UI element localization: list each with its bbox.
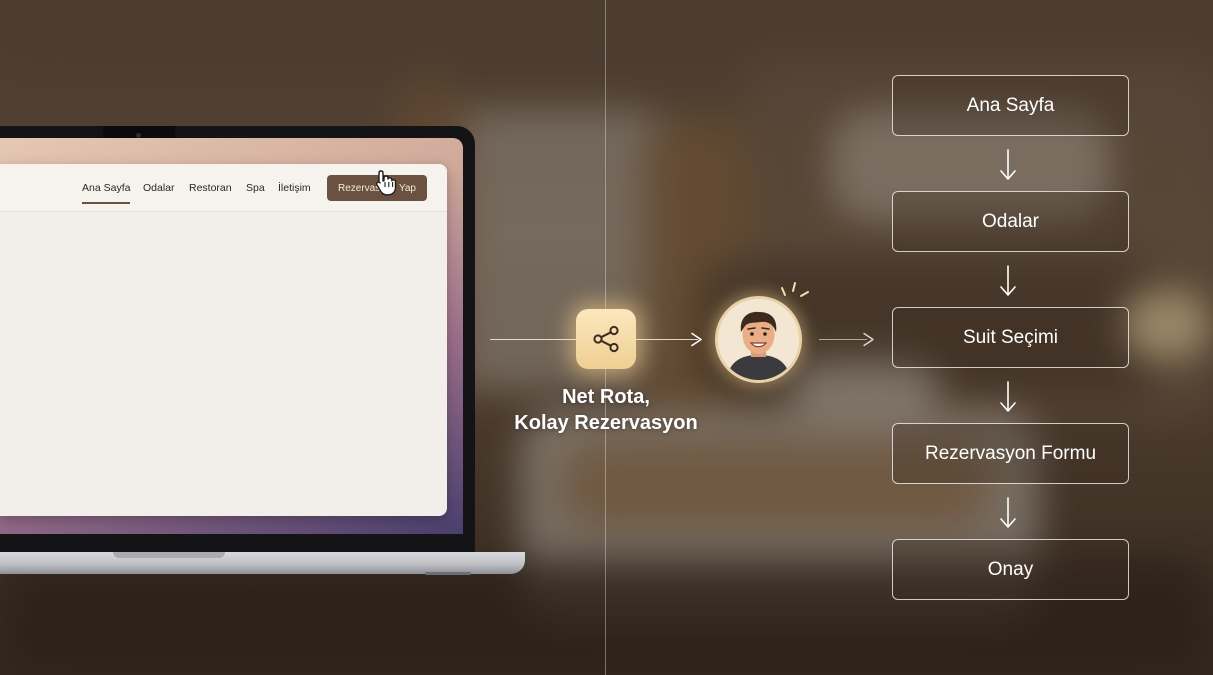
laptop-display: Ana Sayfa Odalar Restoran Spa İletişim R… bbox=[0, 138, 463, 534]
connector-line-right bbox=[819, 339, 867, 340]
flow-step-odalar: Odalar bbox=[892, 191, 1129, 252]
flow-step-ana-sayfa: Ana Sayfa bbox=[892, 75, 1129, 136]
arrow-right-icon bbox=[691, 332, 702, 347]
caption-line-2: Kolay Rezervasyon bbox=[514, 412, 698, 434]
flow-step-suit-secimi: Suit Seçimi bbox=[892, 307, 1129, 368]
arrow-down-icon bbox=[1000, 381, 1016, 412]
arrow-right-icon bbox=[863, 332, 874, 347]
caption-line-1: Net Rota, bbox=[562, 386, 650, 408]
laptop: Ana Sayfa Odalar Restoran Spa İletişim R… bbox=[0, 126, 525, 575]
website-window: Ana Sayfa Odalar Restoran Spa İletişim R… bbox=[0, 164, 447, 516]
arrow-down-icon bbox=[1000, 149, 1016, 180]
laptop-base bbox=[0, 552, 525, 575]
share-icon bbox=[576, 309, 636, 369]
arrow-down-icon bbox=[1000, 497, 1016, 528]
arrow-down-icon bbox=[1000, 265, 1016, 296]
flow-step-onay: Onay bbox=[892, 539, 1129, 600]
nav-spa[interactable]: Spa bbox=[246, 182, 265, 194]
hand-pointer-icon bbox=[375, 170, 397, 196]
connector-line-left bbox=[490, 339, 576, 340]
nav-ana-sayfa[interactable]: Ana Sayfa bbox=[82, 182, 131, 204]
caption: Net Rota, Kolay Rezervasyon bbox=[490, 384, 722, 436]
nav-restoran[interactable]: Restoran bbox=[189, 182, 232, 194]
user-avatar bbox=[715, 296, 802, 383]
connector-line-mid bbox=[636, 339, 698, 340]
nav-iletisim[interactable]: İletişim bbox=[278, 182, 311, 194]
nav-odalar[interactable]: Odalar bbox=[143, 182, 175, 194]
sparkle-icon bbox=[781, 282, 809, 297]
flow-step-rezervasyon-formu: Rezervasyon Formu bbox=[892, 423, 1129, 484]
